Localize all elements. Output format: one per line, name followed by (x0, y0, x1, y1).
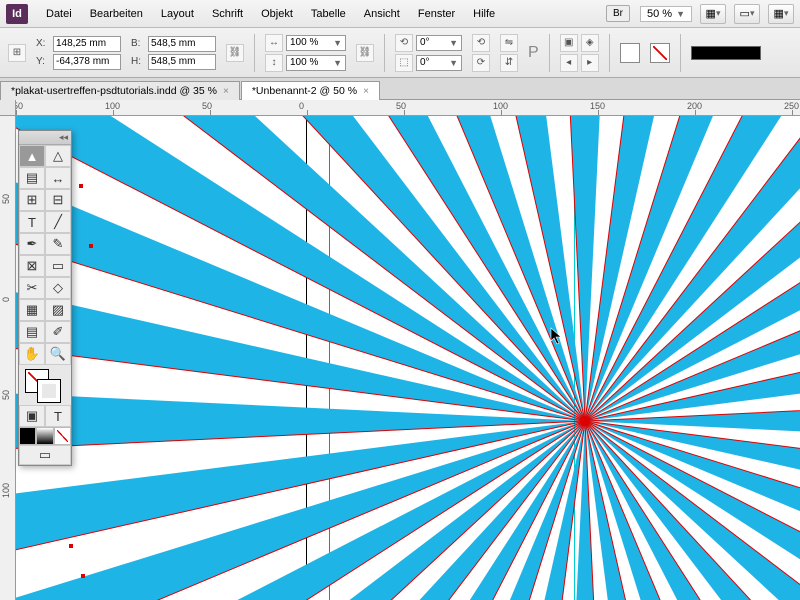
menu-file[interactable]: Datei (38, 4, 80, 24)
pencil-tool[interactable]: ✎ (45, 233, 71, 255)
view-options-button[interactable]: ▦▾ (700, 4, 726, 24)
constrain-wh-icon[interactable]: ⛓ (226, 44, 244, 62)
constrain-scale-icon[interactable]: ⛓ (356, 44, 374, 62)
content-collector-tool[interactable]: ⊞ (19, 189, 45, 211)
rotate-icon: ⟲ (395, 34, 413, 52)
gap-tool[interactable]: ↔ (45, 167, 71, 189)
rectangle-tool[interactable]: ▭ (45, 255, 71, 277)
shear-icon: ⬚ (395, 54, 413, 72)
direct-selection-tool[interactable]: △ (45, 145, 71, 167)
zoom-value: 50 % (647, 8, 672, 20)
arrange-docs-button[interactable]: ▦▾ (768, 4, 794, 24)
menu-help[interactable]: Hilfe (465, 4, 503, 24)
gradient-feather-tool[interactable]: ▨ (45, 299, 71, 321)
menu-type[interactable]: Schrift (204, 4, 251, 24)
close-icon[interactable]: × (223, 86, 229, 97)
formatting-text-icon[interactable]: T (45, 405, 71, 427)
ruler-corner (0, 100, 16, 116)
select-next-icon[interactable]: ▸ (581, 54, 599, 72)
y-field[interactable] (53, 54, 121, 70)
x-field[interactable] (53, 36, 121, 52)
apply-color-icon[interactable] (19, 427, 36, 445)
formatting-container-icon[interactable]: ▣ (19, 405, 45, 427)
document-tab-1[interactable]: *plakat-usertreffen-psdtutorials.indd @ … (0, 81, 240, 100)
shear-field[interactable]: 0°▼ (416, 55, 462, 71)
close-icon[interactable]: × (363, 86, 369, 97)
flip-h-icon[interactable]: ⇋ (500, 34, 518, 52)
type-tool[interactable]: T (19, 211, 45, 233)
apply-gradient-icon[interactable] (36, 427, 53, 445)
h-label: H: (131, 56, 145, 67)
reference-point-icon[interactable]: ⊞ (8, 44, 26, 62)
screen-mode-button[interactable]: ▭▾ (734, 4, 760, 24)
select-content-icon[interactable]: ◈ (581, 34, 599, 52)
flip-v-icon[interactable]: ⇵ (500, 54, 518, 72)
rotate-ccw-icon[interactable]: ⟲ (472, 34, 490, 52)
w-label: B: (131, 38, 145, 49)
artwork-svg (16, 116, 800, 600)
menu-bar: Id Datei Bearbeiten Layout Schrift Objek… (0, 0, 800, 28)
menu-view[interactable]: Ansicht (356, 4, 408, 24)
menu-layout[interactable]: Layout (153, 4, 202, 24)
tools-panel[interactable]: ◂◂ ▲ △ ▤ ↔ ⊞ ⊟ T ╱ ✒ ✎ ⊠ ▭ ✂ ◇ ▦ ▨ ▤ ✐ ✋… (18, 130, 72, 466)
select-prev-icon[interactable]: ◂ (560, 54, 578, 72)
select-container-icon[interactable]: ▣ (560, 34, 578, 52)
gradient-swatch-tool[interactable]: ▦ (19, 299, 45, 321)
rotate-cw-icon[interactable]: ⟳ (472, 54, 490, 72)
app-logo: Id (6, 4, 28, 24)
bridge-button[interactable]: Br (606, 5, 630, 22)
selection-tool[interactable]: ▲ (19, 145, 45, 167)
rectangle-frame-tool[interactable]: ⊠ (19, 255, 45, 277)
apply-none-icon[interactable] (54, 427, 71, 445)
panel-collapse-icon[interactable]: ◂◂ (19, 131, 71, 145)
control-bar: ⊞ X: Y: B: H: ⛓ ↔100 %▼ ↕100 %▼ ⛓ ⟲0°▼ ⬚… (0, 28, 800, 78)
fill-swatch[interactable] (620, 43, 640, 63)
content-placer-tool[interactable]: ⊟ (45, 189, 71, 211)
stroke-color-icon[interactable] (37, 379, 61, 403)
workspace: 15010050050100150200250 10050050100 ◂◂ ▲… (0, 100, 800, 600)
canvas[interactable] (16, 116, 800, 600)
document-tab-bar: *plakat-usertreffen-psdtutorials.indd @ … (0, 78, 800, 100)
line-tool[interactable]: ╱ (45, 211, 71, 233)
hand-tool[interactable]: ✋ (19, 343, 45, 365)
menu-table[interactable]: Tabelle (303, 4, 354, 24)
h-field[interactable] (148, 54, 216, 70)
stroke-swatch[interactable] (650, 43, 670, 63)
note-tool[interactable]: ▤ (19, 321, 45, 343)
document-tab-2[interactable]: *Unbenannt-2 @ 50 %× (241, 81, 380, 100)
scale-x-icon: ↔ (265, 34, 283, 52)
page-tool[interactable]: ▤ (19, 167, 45, 189)
eyedropper-tool[interactable]: ✐ (45, 321, 71, 343)
zoom-level-select[interactable]: 50 % ▼ (640, 6, 692, 22)
y-label: Y: (36, 56, 50, 67)
scale-y-field[interactable]: 100 %▼ (286, 55, 346, 71)
screen-mode-tool[interactable]: ▭ (19, 445, 71, 465)
fill-stroke-control[interactable] (19, 365, 71, 405)
zoom-tool[interactable]: 🔍 (45, 343, 71, 365)
p-indicator: P (528, 44, 539, 62)
horizontal-ruler: 15010050050100150200250 (16, 100, 800, 116)
menu-window[interactable]: Fenster (410, 4, 463, 24)
x-label: X: (36, 38, 50, 49)
chevron-down-icon: ▼ (676, 9, 685, 19)
w-field[interactable] (148, 36, 216, 52)
stroke-weight-select[interactable] (691, 46, 761, 60)
pen-tool[interactable]: ✒ (19, 233, 45, 255)
vertical-ruler: 10050050100 (0, 116, 16, 600)
free-transform-tool[interactable]: ◇ (45, 277, 71, 299)
rotate-field[interactable]: 0°▼ (416, 35, 462, 51)
scale-y-icon: ↕ (265, 54, 283, 72)
scissors-tool[interactable]: ✂ (19, 277, 45, 299)
menu-object[interactable]: Objekt (253, 4, 301, 24)
scale-x-field[interactable]: 100 %▼ (286, 35, 346, 51)
menu-edit[interactable]: Bearbeiten (82, 4, 151, 24)
